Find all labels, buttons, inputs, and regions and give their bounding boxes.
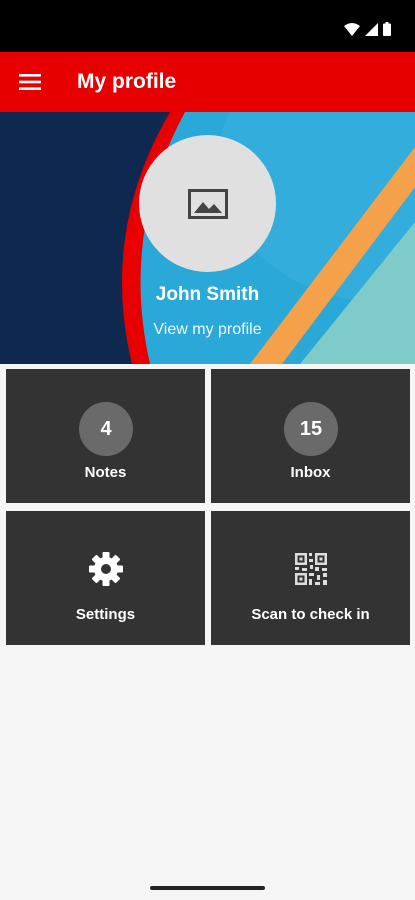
avatar[interactable] [139, 135, 276, 272]
profile-header: John Smith View my profile [0, 112, 415, 364]
hamburger-menu-icon [19, 74, 41, 90]
image-placeholder-icon [187, 188, 228, 219]
notes-label: Notes [84, 464, 127, 481]
inbox-tile[interactable]: 15 Inbox [211, 369, 410, 503]
signal-icon [365, 22, 378, 36]
status-icons [344, 22, 391, 36]
scan-check-in-tile[interactable]: Scan to check in [211, 511, 410, 645]
inbox-count-badge: 15 [284, 402, 338, 456]
battery-icon [383, 22, 391, 36]
page-title: My profile [77, 70, 177, 93]
app-bar: My profile [0, 52, 415, 112]
inbox-label: Inbox [290, 464, 331, 481]
scan-check-in-label: Scan to check in [251, 606, 370, 623]
view-profile-link[interactable]: View my profile [0, 321, 415, 339]
home-gesture-handle[interactable] [150, 886, 265, 890]
settings-label: Settings [75, 606, 136, 623]
settings-tile[interactable]: Settings [6, 511, 205, 645]
notes-count-badge: 4 [79, 402, 133, 456]
notes-tile[interactable]: 4 Notes [6, 369, 205, 503]
qr-code-icon [293, 551, 329, 587]
menu-button[interactable] [18, 70, 42, 94]
gear-icon [88, 551, 124, 587]
status-bar [0, 0, 415, 52]
user-name: John Smith [155, 284, 260, 305]
system-navigation-bar [0, 872, 415, 900]
wifi-icon [344, 22, 360, 36]
